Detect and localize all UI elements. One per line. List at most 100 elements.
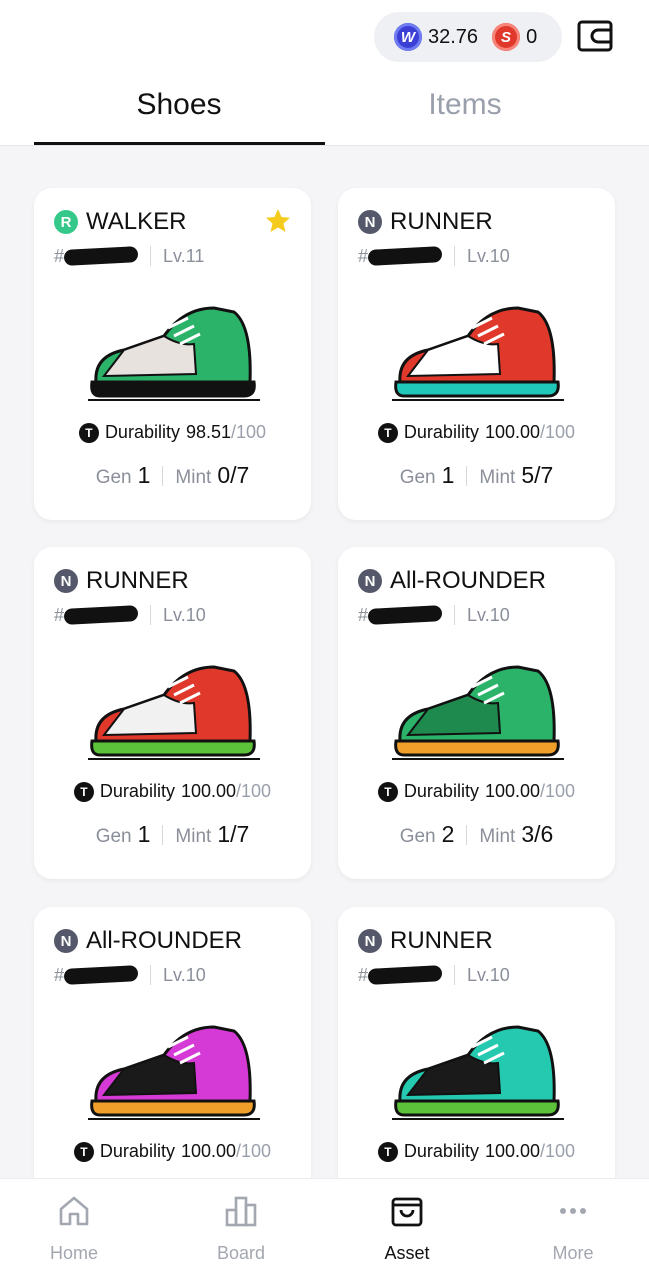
rarity-badge: N xyxy=(358,569,382,593)
shoe-id-prefix: # xyxy=(54,245,65,266)
divider xyxy=(454,246,456,266)
mint-value: 3/6 xyxy=(521,821,554,847)
bottom-nav: Home Board Asset More xyxy=(0,1178,649,1280)
durability-max: /100 xyxy=(231,422,267,442)
sneaker-image xyxy=(392,665,564,760)
balance-w-value: 32.76 xyxy=(428,25,479,48)
durability-max: /100 xyxy=(540,422,576,442)
shoe-type: RUNNER xyxy=(86,567,189,594)
home-icon xyxy=(59,1196,89,1226)
balance-pill[interactable]: W 32.76 S 0 xyxy=(374,12,562,62)
durability-max: /100 xyxy=(540,1141,576,1161)
rarity-badge: N xyxy=(54,929,78,953)
durability-label: Durability xyxy=(99,1141,175,1161)
shoe-card[interactable]: N All-ROUNDER # Lv.10 T Durability 100.00/100 xyxy=(34,907,311,1207)
mint-value: 1/7 xyxy=(217,821,250,847)
durability-row: T Durability 100.00/100 xyxy=(338,422,615,443)
nav-asset-label: Asset xyxy=(384,1243,430,1263)
durability-value: 100.00 xyxy=(484,422,541,442)
mint-label: Mint xyxy=(479,826,516,847)
star-icon[interactable] xyxy=(265,208,291,234)
durability-label: Durability xyxy=(104,422,180,442)
nav-home-label: Home xyxy=(49,1243,98,1263)
gen-value: 1 xyxy=(441,462,455,488)
durability-label: Durability xyxy=(403,781,479,801)
sneaker-image xyxy=(392,306,564,401)
shoe-id-row: # Lv.10 xyxy=(54,963,206,987)
shoe-id-row: # Lv.10 xyxy=(54,603,206,627)
tab-items[interactable]: Items xyxy=(320,88,610,122)
card-header: R WALKER xyxy=(54,208,186,236)
sneaker-image xyxy=(88,665,260,760)
card-header: N RUNNER xyxy=(358,927,493,955)
sneaker-image xyxy=(88,1025,260,1120)
gen-mint-row: Gen 1 Mint 5/7 xyxy=(338,462,615,489)
durability-row: T Durability 100.00/100 xyxy=(338,1141,615,1162)
card-header: N RUNNER xyxy=(54,567,189,595)
durability-icon: T xyxy=(78,422,99,443)
shoe-id-prefix: # xyxy=(358,245,369,266)
gen-mint-row: Gen 1 Mint 0/7 xyxy=(34,462,311,489)
shoe-id-row: # Lv.10 xyxy=(358,963,510,987)
shoe-card[interactable]: N RUNNER # Lv.10 T Durability 100.00/100 xyxy=(338,907,615,1207)
shoe-type: All-ROUNDER xyxy=(86,927,242,954)
shoe-id-row: # Lv.10 xyxy=(358,603,510,627)
shoe-level: Lv.10 xyxy=(467,604,510,625)
durability-label: Durability xyxy=(99,781,175,801)
divider xyxy=(150,605,152,625)
durability-icon: T xyxy=(377,422,398,443)
shoe-id-row: # Lv.11 xyxy=(54,244,204,268)
sneaker-image xyxy=(88,306,260,401)
shoe-id-prefix: # xyxy=(358,964,369,985)
shoe-level: Lv.10 xyxy=(163,964,206,985)
gen-label: Gen xyxy=(95,467,132,488)
divider xyxy=(150,965,152,985)
divider xyxy=(454,965,456,985)
durability-row: T Durability 100.00/100 xyxy=(34,781,311,802)
shoe-card[interactable]: N RUNNER # Lv.10 T Durability 100.00/100 Gen 1 Mi… xyxy=(34,547,311,879)
durability-row: T Durability 100.00/100 xyxy=(34,1141,311,1162)
redacted-id xyxy=(63,965,139,985)
rarity-badge: R xyxy=(54,210,78,234)
durability-icon: T xyxy=(377,781,398,802)
gen-value: 2 xyxy=(441,821,455,847)
tab-bar: Shoes Items xyxy=(0,80,649,146)
shoe-type: WALKER xyxy=(86,208,187,235)
balance-s-value: 0 xyxy=(526,25,538,48)
bar-chart-icon xyxy=(225,1196,257,1227)
shoe-level: Lv.10 xyxy=(467,245,510,266)
nav-home[interactable]: Home xyxy=(14,1193,134,1264)
durability-max: /100 xyxy=(236,1141,272,1161)
mint-value: 0/7 xyxy=(217,462,250,488)
shoe-card[interactable]: N All-ROUNDER # Lv.10 T Durability 100.00/100 G… xyxy=(338,547,615,879)
redacted-id xyxy=(367,965,443,985)
tab-shoes[interactable]: Shoes xyxy=(34,88,324,122)
shoe-id-prefix: # xyxy=(54,604,65,625)
shoe-card[interactable]: N RUNNER # Lv.10 T Durability 100.00/100 Gen 1 Mi… xyxy=(338,188,615,520)
durability-row: T Durability 100.00/100 xyxy=(338,781,615,802)
durability-value: 100.00 xyxy=(180,1141,237,1161)
nav-board[interactable]: Board xyxy=(181,1193,301,1264)
shoe-level: Lv.10 xyxy=(467,964,510,985)
shoe-id-row: # Lv.10 xyxy=(358,244,510,268)
divider xyxy=(162,824,164,845)
redacted-id xyxy=(367,246,443,266)
divider xyxy=(466,824,468,845)
shoe-card[interactable]: R WALKER # Lv.11 T Durability 98.51/100 Gen 1 Min… xyxy=(34,188,311,520)
redacted-id xyxy=(63,605,139,625)
gen-label: Gen xyxy=(399,826,436,847)
redacted-id xyxy=(63,246,139,266)
shoe-level: Lv.11 xyxy=(163,245,205,266)
durability-max: /100 xyxy=(540,781,576,801)
s-coin-icon: S xyxy=(492,23,521,51)
gen-label: Gen xyxy=(399,467,436,488)
wallet-icon[interactable] xyxy=(576,17,614,55)
divider xyxy=(454,605,456,625)
nav-asset[interactable]: Asset xyxy=(347,1193,467,1264)
card-header: N All-ROUNDER xyxy=(358,567,546,595)
nav-more[interactable]: More xyxy=(513,1193,633,1264)
rarity-badge: N xyxy=(358,210,382,234)
top-area: W 32.76 S 0 Shoes Items xyxy=(0,0,649,146)
mint-label: Mint xyxy=(175,826,212,847)
mint-label: Mint xyxy=(175,467,212,488)
